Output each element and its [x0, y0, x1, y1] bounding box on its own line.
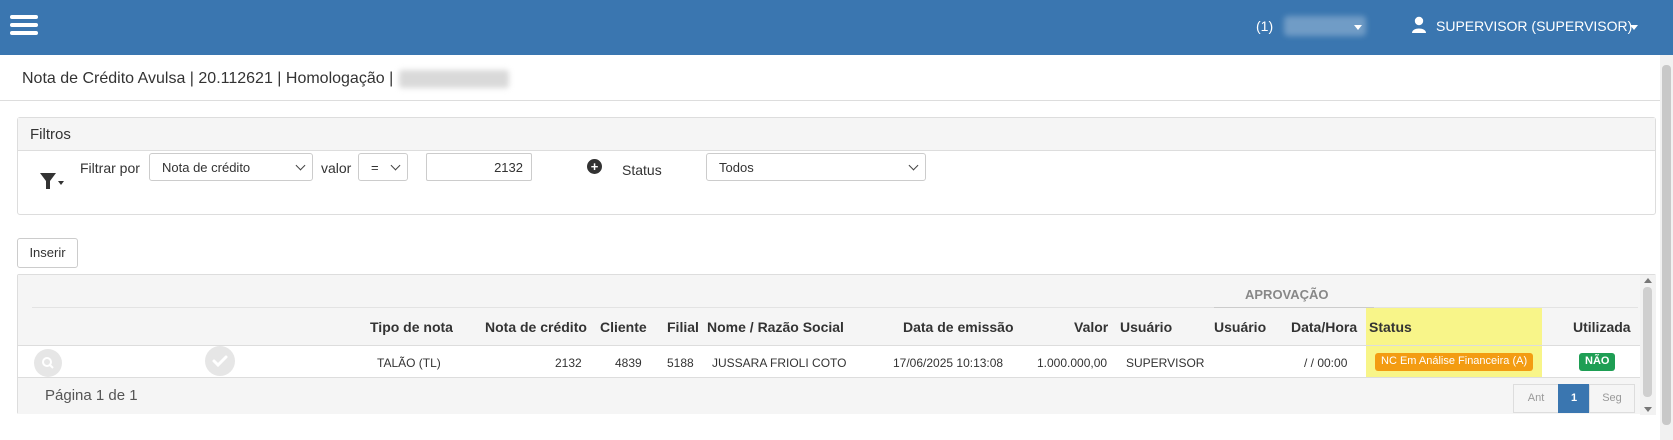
cell-usuario: SUPERVISOR — [1126, 356, 1205, 370]
page-title-text: Nota de Crédito Avulsa | 20.112621 | Hom… — [22, 70, 394, 88]
operator-select[interactable]: = — [358, 153, 408, 181]
header-divider — [32, 307, 1638, 308]
filter-by-label: Filtrar por — [80, 160, 140, 176]
top-navbar: (1) SUPERVISOR (SUPERVISOR) — [0, 0, 1673, 55]
prev-page-button[interactable]: Ant — [1513, 384, 1559, 413]
check-icon[interactable] — [205, 346, 235, 376]
approval-group-line — [1214, 307, 1374, 308]
cell-aprov-data: / / 00:00 — [1304, 356, 1348, 370]
page-1-button[interactable]: 1 — [1558, 384, 1590, 413]
header-bottom-border — [18, 345, 1640, 346]
next-page-button[interactable]: Seg — [1589, 384, 1635, 413]
page-info: Página 1 de 1 — [45, 387, 138, 404]
chevron-down-icon — [390, 160, 401, 171]
scroll-up-icon[interactable] — [1644, 278, 1652, 283]
filter-value-text: 2132 — [494, 160, 523, 175]
cell-data-emissao: 17/06/2025 10:13:08 — [893, 356, 1004, 370]
pagination: Ant 1 Seg — [1513, 384, 1635, 413]
col-valor[interactable]: Valor — [1074, 319, 1108, 335]
chevron-down-icon — [908, 160, 919, 171]
menu-icon[interactable] — [10, 15, 38, 35]
filter-field-select[interactable]: Nota de crédito — [149, 153, 313, 181]
page-title: Nota de Crédito Avulsa | 20.112621 | Hom… — [22, 70, 510, 88]
col-status[interactable]: Status — [1369, 319, 1412, 335]
page-scrollbar[interactable] — [1660, 55, 1673, 440]
add-filter-icon[interactable]: + — [587, 159, 602, 174]
col-utilizada[interactable]: Utilizada — [1573, 319, 1631, 335]
col-nota-credito[interactable]: Nota de crédito — [485, 319, 587, 335]
user-icon[interactable] — [1411, 16, 1427, 34]
status-filter-select[interactable]: Todos — [706, 153, 926, 181]
col-tipo-nota[interactable]: Tipo de nota — [370, 319, 453, 335]
col-aprov-usuario[interactable]: Usuário — [1214, 319, 1266, 335]
col-usuario[interactable]: Usuário — [1120, 319, 1172, 335]
chevron-down-icon — [295, 160, 306, 171]
scroll-down-icon[interactable] — [1644, 407, 1652, 412]
status-filter-label: Status — [622, 162, 662, 178]
col-data-emissao[interactable]: Data de emissão — [903, 319, 1014, 335]
cell-valor: 1.000.000,00 — [1037, 356, 1108, 370]
context-selector-prefix[interactable]: (1) — [1256, 18, 1273, 34]
results-table: APROVAÇÃO Tipo de nota Nota de crédito C… — [17, 274, 1656, 415]
col-filial[interactable]: Filial — [667, 319, 699, 335]
approval-group-header: APROVAÇÃO — [1245, 287, 1329, 302]
filters-panel: Filtros Filtrar por Nota de crédito valo… — [17, 117, 1656, 215]
value-label: valor — [321, 160, 352, 176]
filter-value-input[interactable]: 2132 — [426, 153, 532, 181]
filter-funnel-icon[interactable] — [38, 170, 64, 192]
cell-cliente: 4839 — [615, 356, 642, 370]
table-footer — [18, 377, 1640, 414]
filters-title: Filtros — [18, 118, 1655, 151]
page-title-redacted — [399, 70, 510, 88]
col-aprov-data[interactable]: Data/Hora — [1291, 319, 1357, 335]
table-scroll-thumb[interactable] — [1643, 287, 1652, 397]
user-menu[interactable]: SUPERVISOR (SUPERVISOR) — [1436, 18, 1632, 34]
col-nome[interactable]: Nome / Razão Social — [707, 319, 844, 335]
cell-tipo: TALÃO (TL) — [377, 356, 441, 370]
title-divider — [0, 100, 1673, 101]
status-badge: NC Em Análise Financeira (A) — [1375, 353, 1534, 371]
status-filter-value: Todos — [719, 160, 754, 175]
filter-field-value: Nota de crédito — [162, 160, 251, 175]
col-cliente[interactable]: Cliente — [600, 319, 647, 335]
utilizada-badge: NÃO — [1579, 353, 1616, 371]
cell-nome: JUSSARA FRIOLI COTO — [712, 356, 847, 370]
user-caret-icon[interactable] — [1630, 25, 1638, 30]
search-icon[interactable] — [34, 349, 62, 377]
operator-value: = — [371, 160, 379, 175]
page-scroll-thumb[interactable] — [1662, 65, 1671, 425]
insert-button[interactable]: Inserir — [17, 238, 78, 268]
table-scrollbar[interactable] — [1640, 275, 1656, 415]
context-caret-icon[interactable] — [1354, 25, 1362, 30]
cell-nota: 2132 — [555, 356, 582, 370]
cell-filial: 5188 — [667, 356, 694, 370]
